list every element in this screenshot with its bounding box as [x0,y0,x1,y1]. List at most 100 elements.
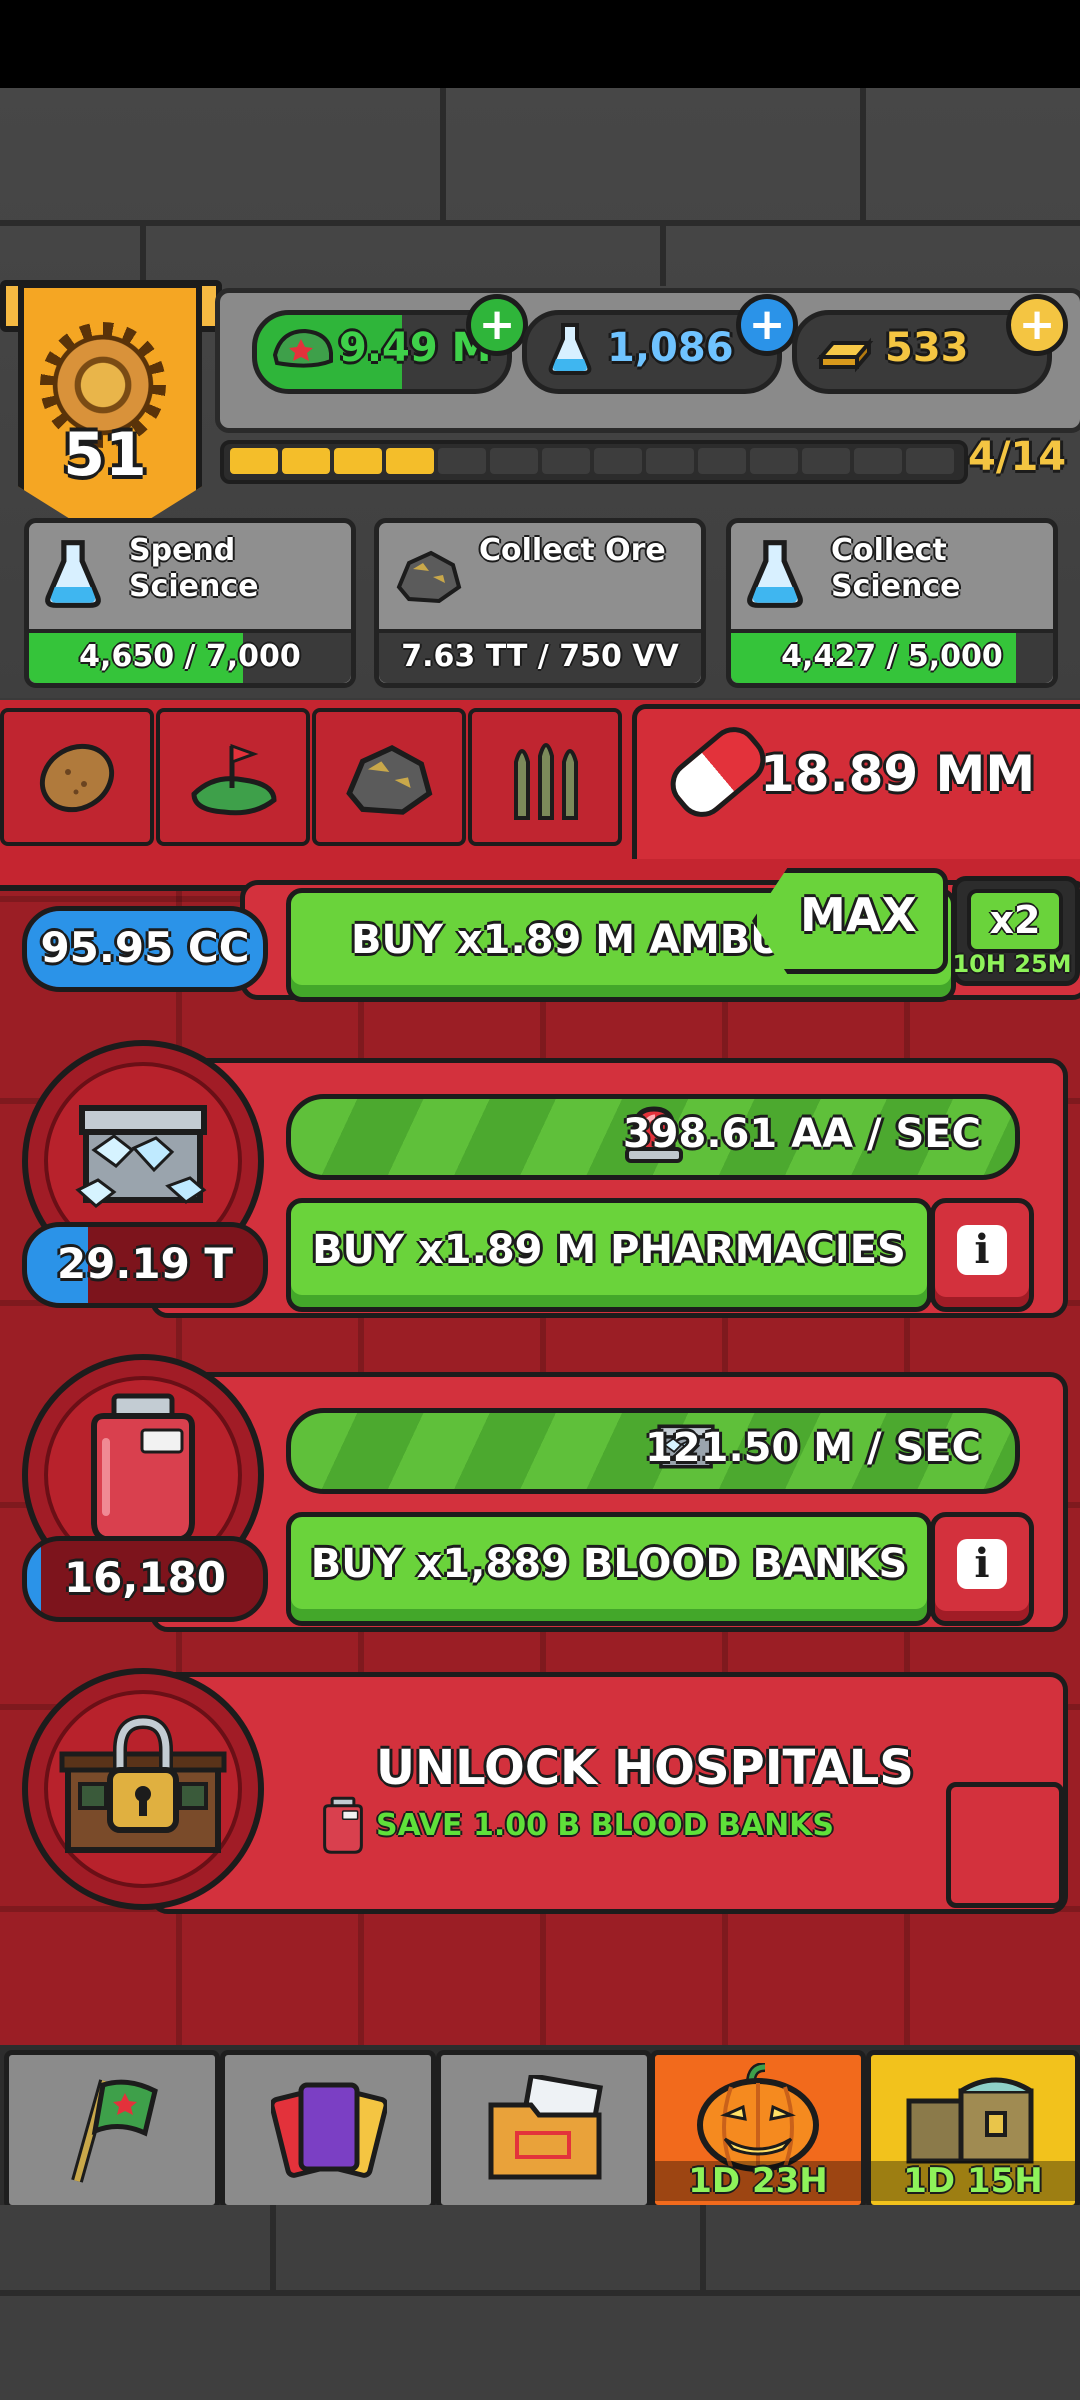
quest-title: Spend Science [129,533,259,605]
battlefield-flag-icon [191,743,277,816]
x2-timer: 10H 25M [952,950,1072,978]
blood-bank-production-bar: 121.50 M / SEC [286,1408,1020,1494]
add-gold-button[interactable]: + [1006,294,1068,356]
plus-icon: + [478,299,516,350]
stone-divider [0,2290,1080,2296]
quest-card-collect-science[interactable]: Collect Science 4,427 / 5,000 [726,518,1058,688]
add-science-button[interactable]: + [736,294,798,356]
progress-segment [438,448,486,474]
tab-ore[interactable] [312,708,466,846]
level-progress-bar [220,440,968,484]
blood-bag-icon [323,1796,363,1854]
science-flask-icon [548,323,592,375]
event-timer: 1D 23H [655,2161,861,2201]
blood-bank-count: 16,180 [22,1536,268,1622]
quest-title-line: Science [831,569,961,604]
quest-title-line: Collect Ore [479,533,666,568]
cards-icon [271,2082,387,2178]
footer-background [0,2205,1080,2400]
progress-segment [334,448,382,474]
flag-icon [71,2079,158,2183]
progress-segment [750,448,798,474]
ore-rock-icon [346,745,433,815]
production-rate: 121.50 M / SEC [644,1425,981,1471]
nav-folder[interactable] [436,2050,652,2210]
progress-segment [906,448,954,474]
stone-divider [0,220,1080,226]
quest-title-line: Spend [129,533,236,568]
buy-blood-banks-button[interactable]: BUY x1,889 BLOOD BANKS [286,1512,932,1626]
plus-icon: + [1018,299,1056,350]
max-label: MAX [800,888,917,942]
blood-bag-icon [91,1393,195,1543]
folder-icon [488,2075,604,2180]
hospital-icon-holder [22,1668,264,1910]
bullets-icon [514,743,578,820]
progress-segment [490,448,538,474]
tab-ammo[interactable] [468,708,622,846]
progress-segment [386,448,434,474]
quest-progress-bar: 4,650 / 7,000 [29,629,351,683]
player-level: 51 [63,420,147,490]
army-hat-icon [272,328,333,368]
buy-label: BUY x1.89 M AMBUL [351,917,809,963]
pharmacy-info-button[interactable]: i [930,1198,1034,1312]
nav-flag[interactable] [4,2050,220,2210]
ice-chest-icon [75,1105,207,1208]
buy-pharmacies-button[interactable]: BUY x1.89 M PHARMACIES [286,1198,932,1312]
stone-divider [700,2205,706,2290]
medicine-currency-value: 18.89 MM [760,745,1036,803]
nav-cards[interactable] [220,2050,436,2210]
progress-segment [698,448,746,474]
quest-card-spend-science[interactable]: Spend Science 4,650 / 7,000 [24,518,356,688]
science-flask-icon [747,540,803,608]
production-rate: 398.61 AA / SEC [622,1111,981,1157]
info-icon: i [957,1225,1007,1275]
x2-label: x2 [967,889,1063,953]
plus-icon: + [748,299,786,350]
quest-progress-text: 4,650 / 7,000 [79,639,301,674]
nav-treasure[interactable]: 1D 15H [866,2050,1080,2210]
stone-divider [660,226,666,286]
pharmacy-production-bar: 398.61 AA / SEC [286,1094,1020,1180]
ambulance-count: 95.95 CC [22,906,268,992]
tab-potato[interactable] [0,708,154,846]
quest-title: Collect Science [831,533,961,605]
progress-segment [594,448,642,474]
add-cash-button[interactable]: + [466,294,528,356]
gold-bars-icon [816,337,874,373]
stone-divider [860,88,866,220]
blood-bank-info-button[interactable]: i [930,1512,1034,1626]
count-text: 29.19 T [56,1239,234,1288]
quest-progress-text: 7.63 TT / 750 VV [401,639,679,674]
stone-divider [270,2205,276,2290]
unlock-panel-corner [946,1782,1064,1908]
progress-segment [230,448,278,474]
pumpkin-event-icon [697,2063,819,2172]
progress-segment [282,448,330,474]
progress-segment [542,448,590,474]
quest-title-line: Science [129,569,259,604]
info-icon: i [957,1539,1007,1589]
nav-halloween-event[interactable]: 1D 23H [650,2050,866,2210]
pharmacy-count: 29.19 T [22,1222,268,1308]
progress-segment [802,448,850,474]
quest-progress-bar: 7.63 TT / 750 VV [379,629,701,683]
progress-label: 4/14 [968,434,1067,480]
count-text: 16,180 [63,1553,227,1602]
treasure-timer: 1D 15H [871,2161,1075,2201]
quest-progress-text: 4,427 / 5,000 [781,639,1003,674]
quest-title: Collect Ore [479,533,666,569]
quest-progress-bar: 4,427 / 5,000 [731,629,1053,683]
tab-battlefield[interactable] [156,708,310,846]
treasure-chest-icon [906,2077,1034,2164]
progress-segment [854,448,902,474]
status-bar [0,0,1080,88]
unlock-title: UNLOCK HOSPITALS [376,1740,914,1796]
buy-label: BUY x1,889 BLOOD BANKS [310,1541,908,1587]
quest-card-collect-ore[interactable]: Collect Ore 7.63 TT / 750 VV [374,518,706,688]
stone-divider [140,226,146,286]
science-value: 1,086 [607,325,734,371]
potato-icon [39,743,115,813]
science-flask-icon [45,540,101,608]
